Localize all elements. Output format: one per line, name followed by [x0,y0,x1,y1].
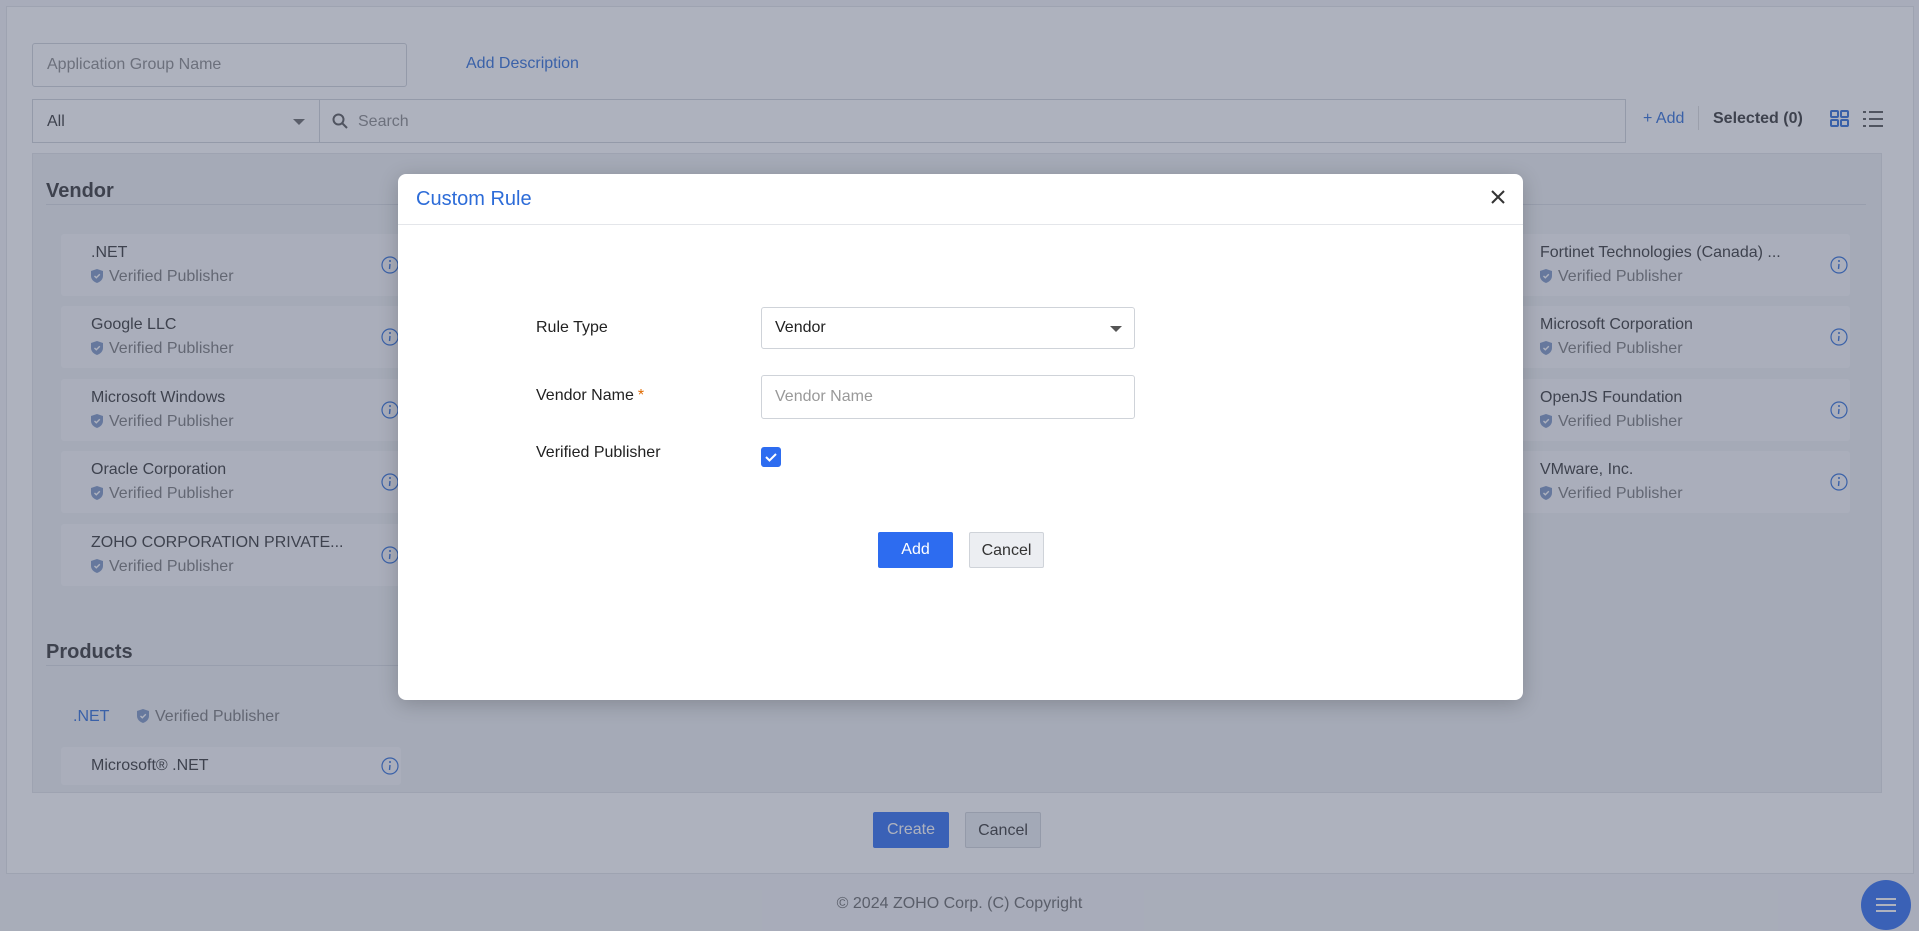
check-icon [765,453,777,462]
vendor-name-input[interactable] [761,375,1135,419]
verified-publisher-checkbox[interactable] [761,447,781,467]
custom-rule-modal: Custom Rule Rule Type Vendor Vendor Name… [398,174,1523,700]
required-marker: * [637,387,645,404]
rule-type-select[interactable]: Vendor [761,307,1135,349]
verified-publisher-label: Verified Publisher [536,444,661,461]
rule-type-value: Vendor [775,319,826,336]
vendor-name-label: Vendor Name * [536,387,645,404]
cancel-button[interactable]: Cancel [969,532,1044,568]
rule-type-label: Rule Type [536,319,608,336]
add-button[interactable]: Add [878,532,953,568]
modal-title: Custom Rule [416,188,532,210]
close-icon[interactable] [1491,190,1505,204]
modal-header: Custom Rule [398,174,1523,225]
chevron-down-icon [1110,326,1122,332]
